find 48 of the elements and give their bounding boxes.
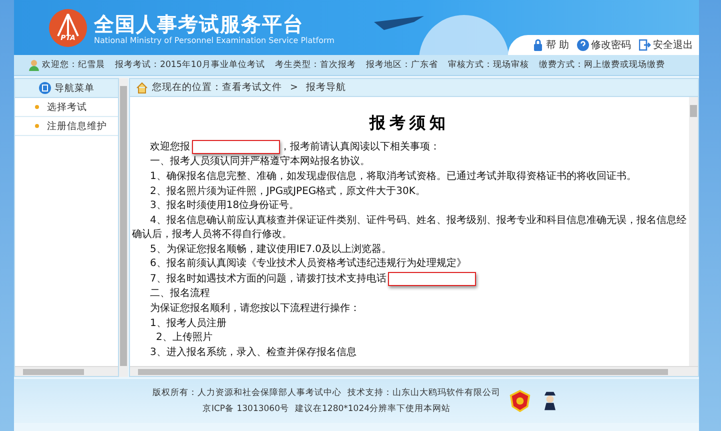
notice-text: 为保证您报名顺利，请您按以下流程进行操作： [150, 303, 360, 314]
site-subtitle: National Ministry of Personnel Examination Service Platform [94, 36, 334, 44]
notice-text: ，报考前请认真阅读以下相关事项： [280, 142, 440, 153]
horizontal-scrollbar[interactable] [15, 366, 118, 376]
notice-text: 4、报名信息确认前应认真核查并保证证件类别、证件号码、姓名、报考级别、报考专业和科目信息准确无误，报名信息经确认后，报考人员将不得自行修改。 [132, 214, 686, 240]
notice-text: 3、进入报名系统，录入、检查并保存报名信息 [150, 346, 356, 358]
info-item: 报考地区：广东省 [366, 59, 438, 71]
police-emblem-icon [508, 390, 530, 412]
footer-text: 版权所有：人力资源和社会保障部人事考试中心 [152, 387, 342, 399]
header-link[interactable]: 修改密码 [577, 38, 631, 52]
notice-text: 2、报名照片须为证件照，JPG或JPEG格式，原文件大于30K。 [150, 186, 426, 197]
header-link[interactable]: 安全退出 [639, 38, 693, 52]
breadcrumb-separator: > [290, 82, 298, 93]
lock-icon [532, 39, 544, 51]
notice-text: 欢迎您报 [150, 142, 190, 153]
welcome-text: 欢迎您：纪雪晨 [42, 59, 105, 71]
notice-title: 报考须知 [368, 113, 450, 134]
home-icon [136, 82, 148, 94]
notice-text: 3、报名时须使用18位身份证号。 [150, 200, 300, 212]
horizontal-scrollbar[interactable] [130, 366, 698, 376]
info-item: 报考考试：2015年10月事业单位考试 [115, 59, 265, 71]
footer-text: 京ICP备 13013060号 [202, 403, 290, 415]
notice-text: 1、确保报名信息完整、准确，如发现虚假信息，将取消考试资格。已通过考试并取得资格证书的将收回证书。 [150, 170, 636, 182]
sidebar-title: 导航菜单 [54, 82, 94, 94]
user-icon [28, 59, 40, 71]
notice-text: 6、报名前须认真阅读《专业技术人员资格考试违纪违规行为处理规定》 [150, 258, 466, 270]
help-icon [577, 39, 589, 51]
notice-text: 5、为保证您报名顺畅，建议使用IE7.0及以上浏览器。 [150, 244, 392, 255]
exit-icon [639, 39, 651, 51]
header-link[interactable]: 帮 助 [532, 38, 569, 52]
notice-text: 二、报名流程 [150, 288, 210, 300]
vertical-scrollbar[interactable] [119, 78, 128, 377]
vertical-scrollbar[interactable] [689, 97, 698, 366]
menu-icon [38, 82, 50, 94]
info-item: 审核方式：现场审核 [448, 59, 529, 71]
notice-text: 7、报名时如遇技术方面的问题，请拨打技术支持电话 [150, 274, 386, 285]
notice-text: 一、报考人员须认同并严格遵守本网站报名协议。 [150, 156, 370, 168]
breadcrumb-path: 您现在的位置：查看考试文件 [152, 81, 282, 94]
info-item: 考生类型：首次报考 [274, 59, 356, 71]
notice-text: 1、报考人员注册 [150, 318, 226, 329]
footer-text: 建议在1280*1024分辨率下使用本网站 [295, 403, 451, 415]
info-item: 缴费方式：网上缴费或现场缴费 [538, 59, 665, 71]
footer-text: 技术支持：山东山大鸥玛软件有限公司 [348, 387, 500, 399]
sidebar-item[interactable]: 选择考试 [15, 98, 118, 117]
notice-text: 2、上传照片 [156, 332, 212, 344]
site-title: 全国人事考试服务平台 [94, 12, 305, 36]
breadcrumb-current[interactable]: 报考导航 [306, 81, 346, 94]
sidebar-item[interactable]: 注册信息维护 [15, 117, 118, 136]
